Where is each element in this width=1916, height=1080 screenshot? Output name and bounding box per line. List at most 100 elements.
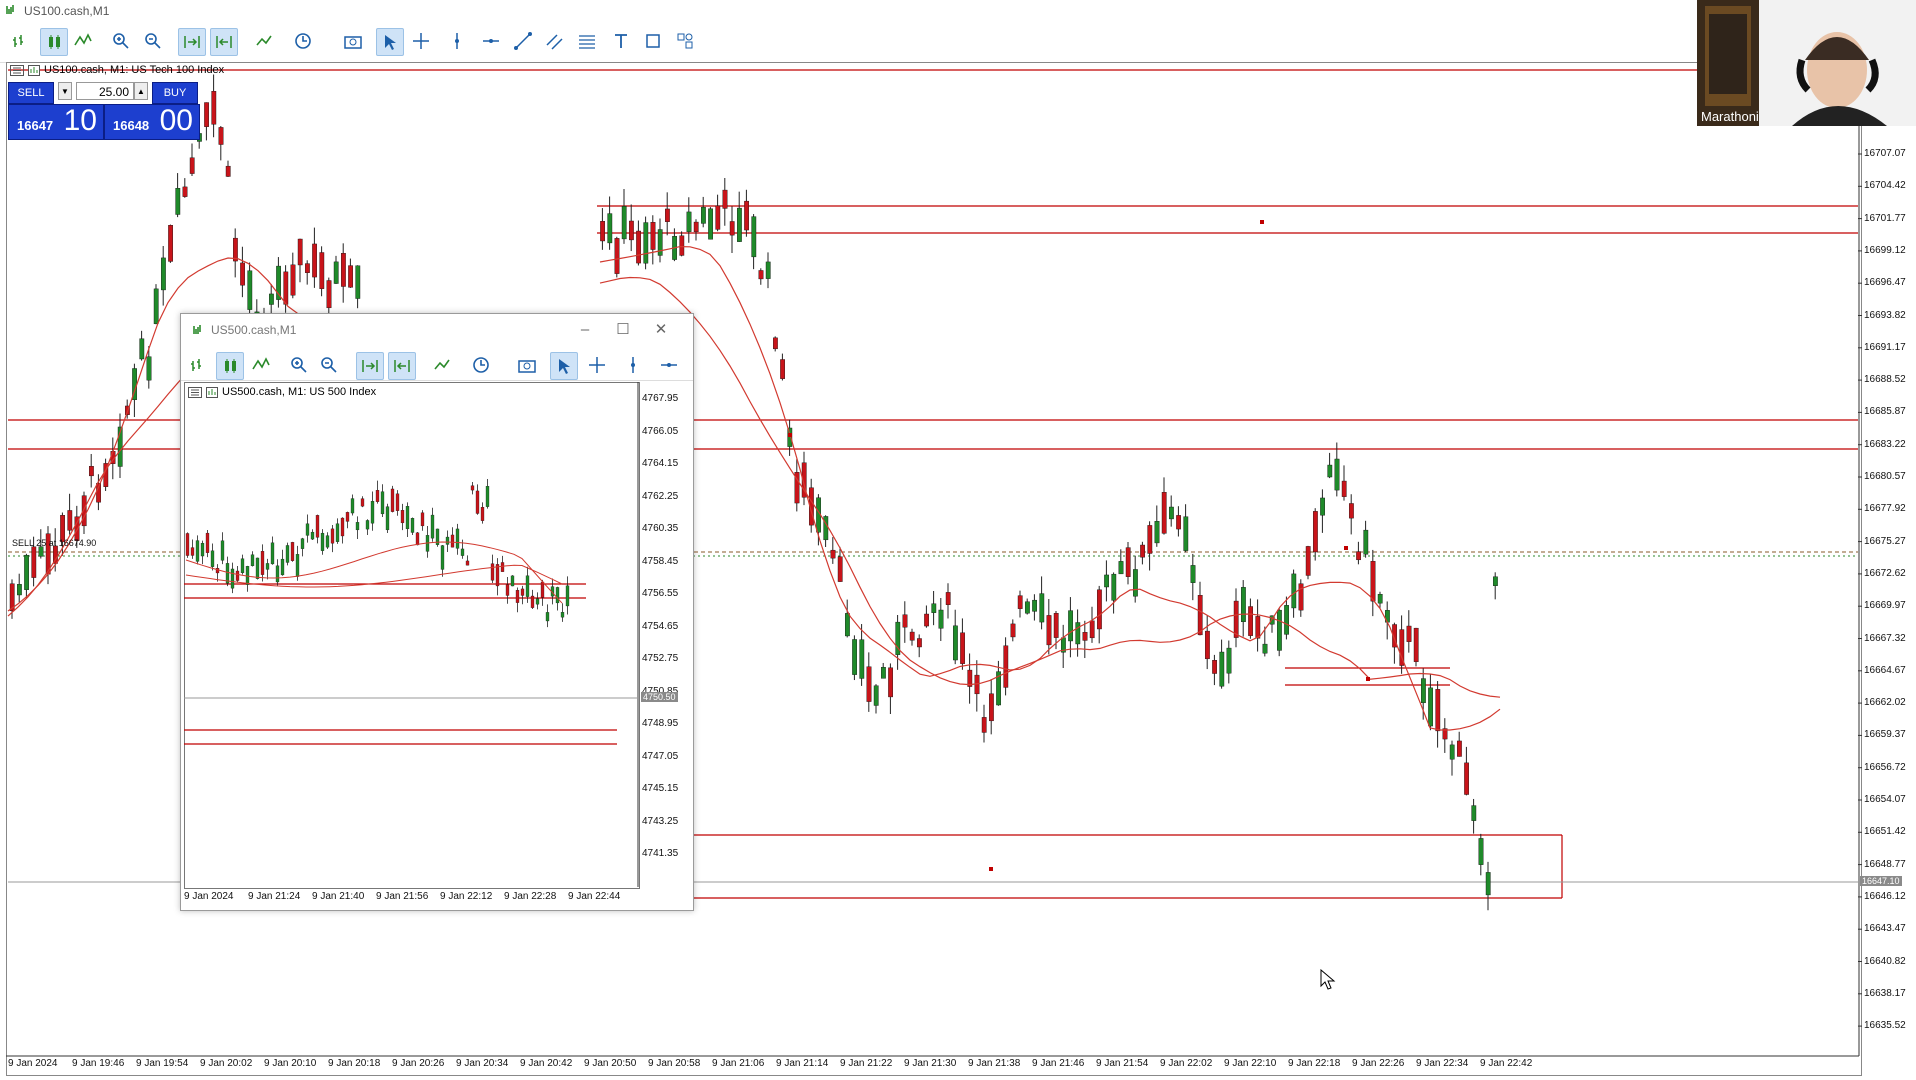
sub-candle-body (245, 566, 250, 585)
sub-candle-body (215, 568, 220, 574)
sub-candle-body (395, 493, 400, 511)
sub-candle-body (460, 548, 465, 556)
sub-candle-body (190, 547, 195, 556)
sub-candle-body (240, 558, 245, 574)
sub-y-axis-tick-label: 4745.15 (642, 783, 679, 794)
sub-candle-body (355, 522, 360, 531)
sub-candle-body (310, 531, 315, 540)
sub-candle-body (510, 575, 515, 587)
sub-x-axis-tick-label: 9 Jan 22:28 (504, 891, 557, 902)
sub-candle-body (305, 523, 310, 536)
sub-candle-body (500, 562, 505, 572)
sub-candle-body (320, 532, 325, 551)
sub-candle-body (270, 542, 275, 565)
sub-candle-body (560, 612, 565, 618)
sub-candle-body (325, 535, 330, 548)
sub-candle-body (200, 542, 205, 557)
sub-x-axis-tick-label: 9 Jan 21:40 (312, 891, 365, 902)
sub-candle-body (365, 520, 370, 530)
sub-candle-body (545, 612, 550, 622)
sub-candle-body (555, 587, 560, 604)
sub-candle-body (265, 563, 270, 570)
sub-candle-body (345, 512, 350, 522)
sub-candle-body (520, 588, 525, 596)
sub-y-axis-tick-label: 4754.65 (642, 620, 679, 632)
sub-candle-body (330, 528, 335, 544)
sub-y-axis-tick-label: 4741.35 (642, 848, 679, 859)
sub-candle-body (495, 564, 500, 587)
sub-candle-body (420, 512, 425, 527)
sub-candle-body (210, 550, 215, 567)
sub-candle-body (315, 515, 320, 538)
sub-candle-body (490, 563, 495, 581)
sub-candle-body (380, 491, 385, 515)
sub-candle-body (280, 558, 285, 576)
sub-candle-body (525, 575, 530, 597)
sub-y-axis-tick-label: 4758.45 (642, 555, 679, 567)
sub-candle-body (480, 507, 485, 521)
sub-candle-body (450, 534, 455, 548)
sub-candle-body (360, 498, 365, 507)
sub-candle-body (485, 486, 490, 507)
sub-candle-body (465, 560, 470, 566)
sub-candle-body (440, 545, 445, 570)
sub-candle-body (390, 488, 395, 512)
sub-x-axis-tick-label: 9 Jan 21:24 (248, 891, 301, 902)
sub-chart[interactable] (0, 0, 1916, 1080)
sub-candle-body (250, 554, 255, 567)
sub-candle-body (430, 514, 435, 539)
sub-candle-body (220, 540, 225, 561)
sub-candle-body (295, 554, 300, 577)
sub-candle-body (300, 538, 305, 549)
sub-candle-body (535, 598, 540, 605)
sub-x-axis-tick-label: 9 Jan 22:12 (440, 891, 493, 902)
sub-candle-body (335, 523, 340, 542)
sub-candle-body (515, 590, 520, 603)
sub-y-axis-tick-label: 4756.55 (642, 588, 679, 599)
sub-candle-body (285, 545, 290, 563)
sub-y-axis-tick-label: 4766.05 (642, 425, 679, 437)
sub-candle-body (195, 540, 200, 562)
sub-candle-body (385, 506, 390, 531)
sub-x-axis-tick-label: 9 Jan 2024 (184, 891, 234, 902)
sub-candle-body (565, 585, 570, 607)
sub-candle-body (255, 557, 260, 579)
sub-candle-body (230, 568, 235, 589)
sub-candle-body (205, 532, 210, 553)
sub-candle-body (350, 498, 355, 514)
sub-chart-list-icon (188, 386, 202, 398)
sub-y-axis-tick-label: 4764.15 (642, 458, 679, 469)
sub-x-axis-tick-label: 9 Jan 22:44 (568, 891, 621, 902)
sub-y-axis-tick-label: 4760.35 (642, 523, 679, 534)
sub-candle-body (225, 563, 230, 584)
sub-y-axis-tick-label: 4747.05 (642, 750, 679, 762)
sub-candle-body (340, 517, 345, 537)
sub-candle-body (260, 551, 265, 575)
sub-x-axis-tick-label: 9 Jan 21:56 (376, 891, 429, 902)
sub-chart-window-icon (206, 386, 218, 398)
order-line-label: SELL 25 at 16674.90 (12, 538, 97, 548)
sub-candle-body (505, 584, 510, 596)
mouse-cursor-icon (1320, 969, 1336, 990)
sub-candle-body (185, 533, 190, 556)
sub-chart-symbol-label: US500.cash, M1: US 500 Index (222, 386, 377, 398)
sub-y-axis-tick-label: 4743.25 (642, 815, 679, 827)
sub-candle-body (455, 528, 460, 549)
sub-candle-body (370, 501, 375, 524)
sub-candle-body (375, 490, 380, 502)
sub-candle-body (470, 485, 475, 491)
sub-candle-body (410, 518, 415, 533)
sub-candle-body (275, 565, 280, 583)
sub-candle-body (400, 510, 405, 524)
sub-y-axis-tick-label: 4752.75 (642, 653, 679, 664)
sub-candle-body (290, 542, 295, 561)
sub-candle-body (445, 536, 450, 545)
sub-y-axis-tick-label: 4748.95 (642, 718, 679, 729)
sub-candle-body (540, 581, 545, 598)
sub-y-axis-tick-label: 4762.25 (642, 490, 679, 502)
sub-candle-body (530, 595, 535, 608)
sub-current-price-tag: 4750.50 (641, 692, 678, 702)
sub-chart-label: US500.cash, M1: US 500 Index (188, 386, 376, 398)
sub-candle-body (235, 570, 240, 581)
current-price-tag: 16647.10 (1860, 876, 1902, 886)
